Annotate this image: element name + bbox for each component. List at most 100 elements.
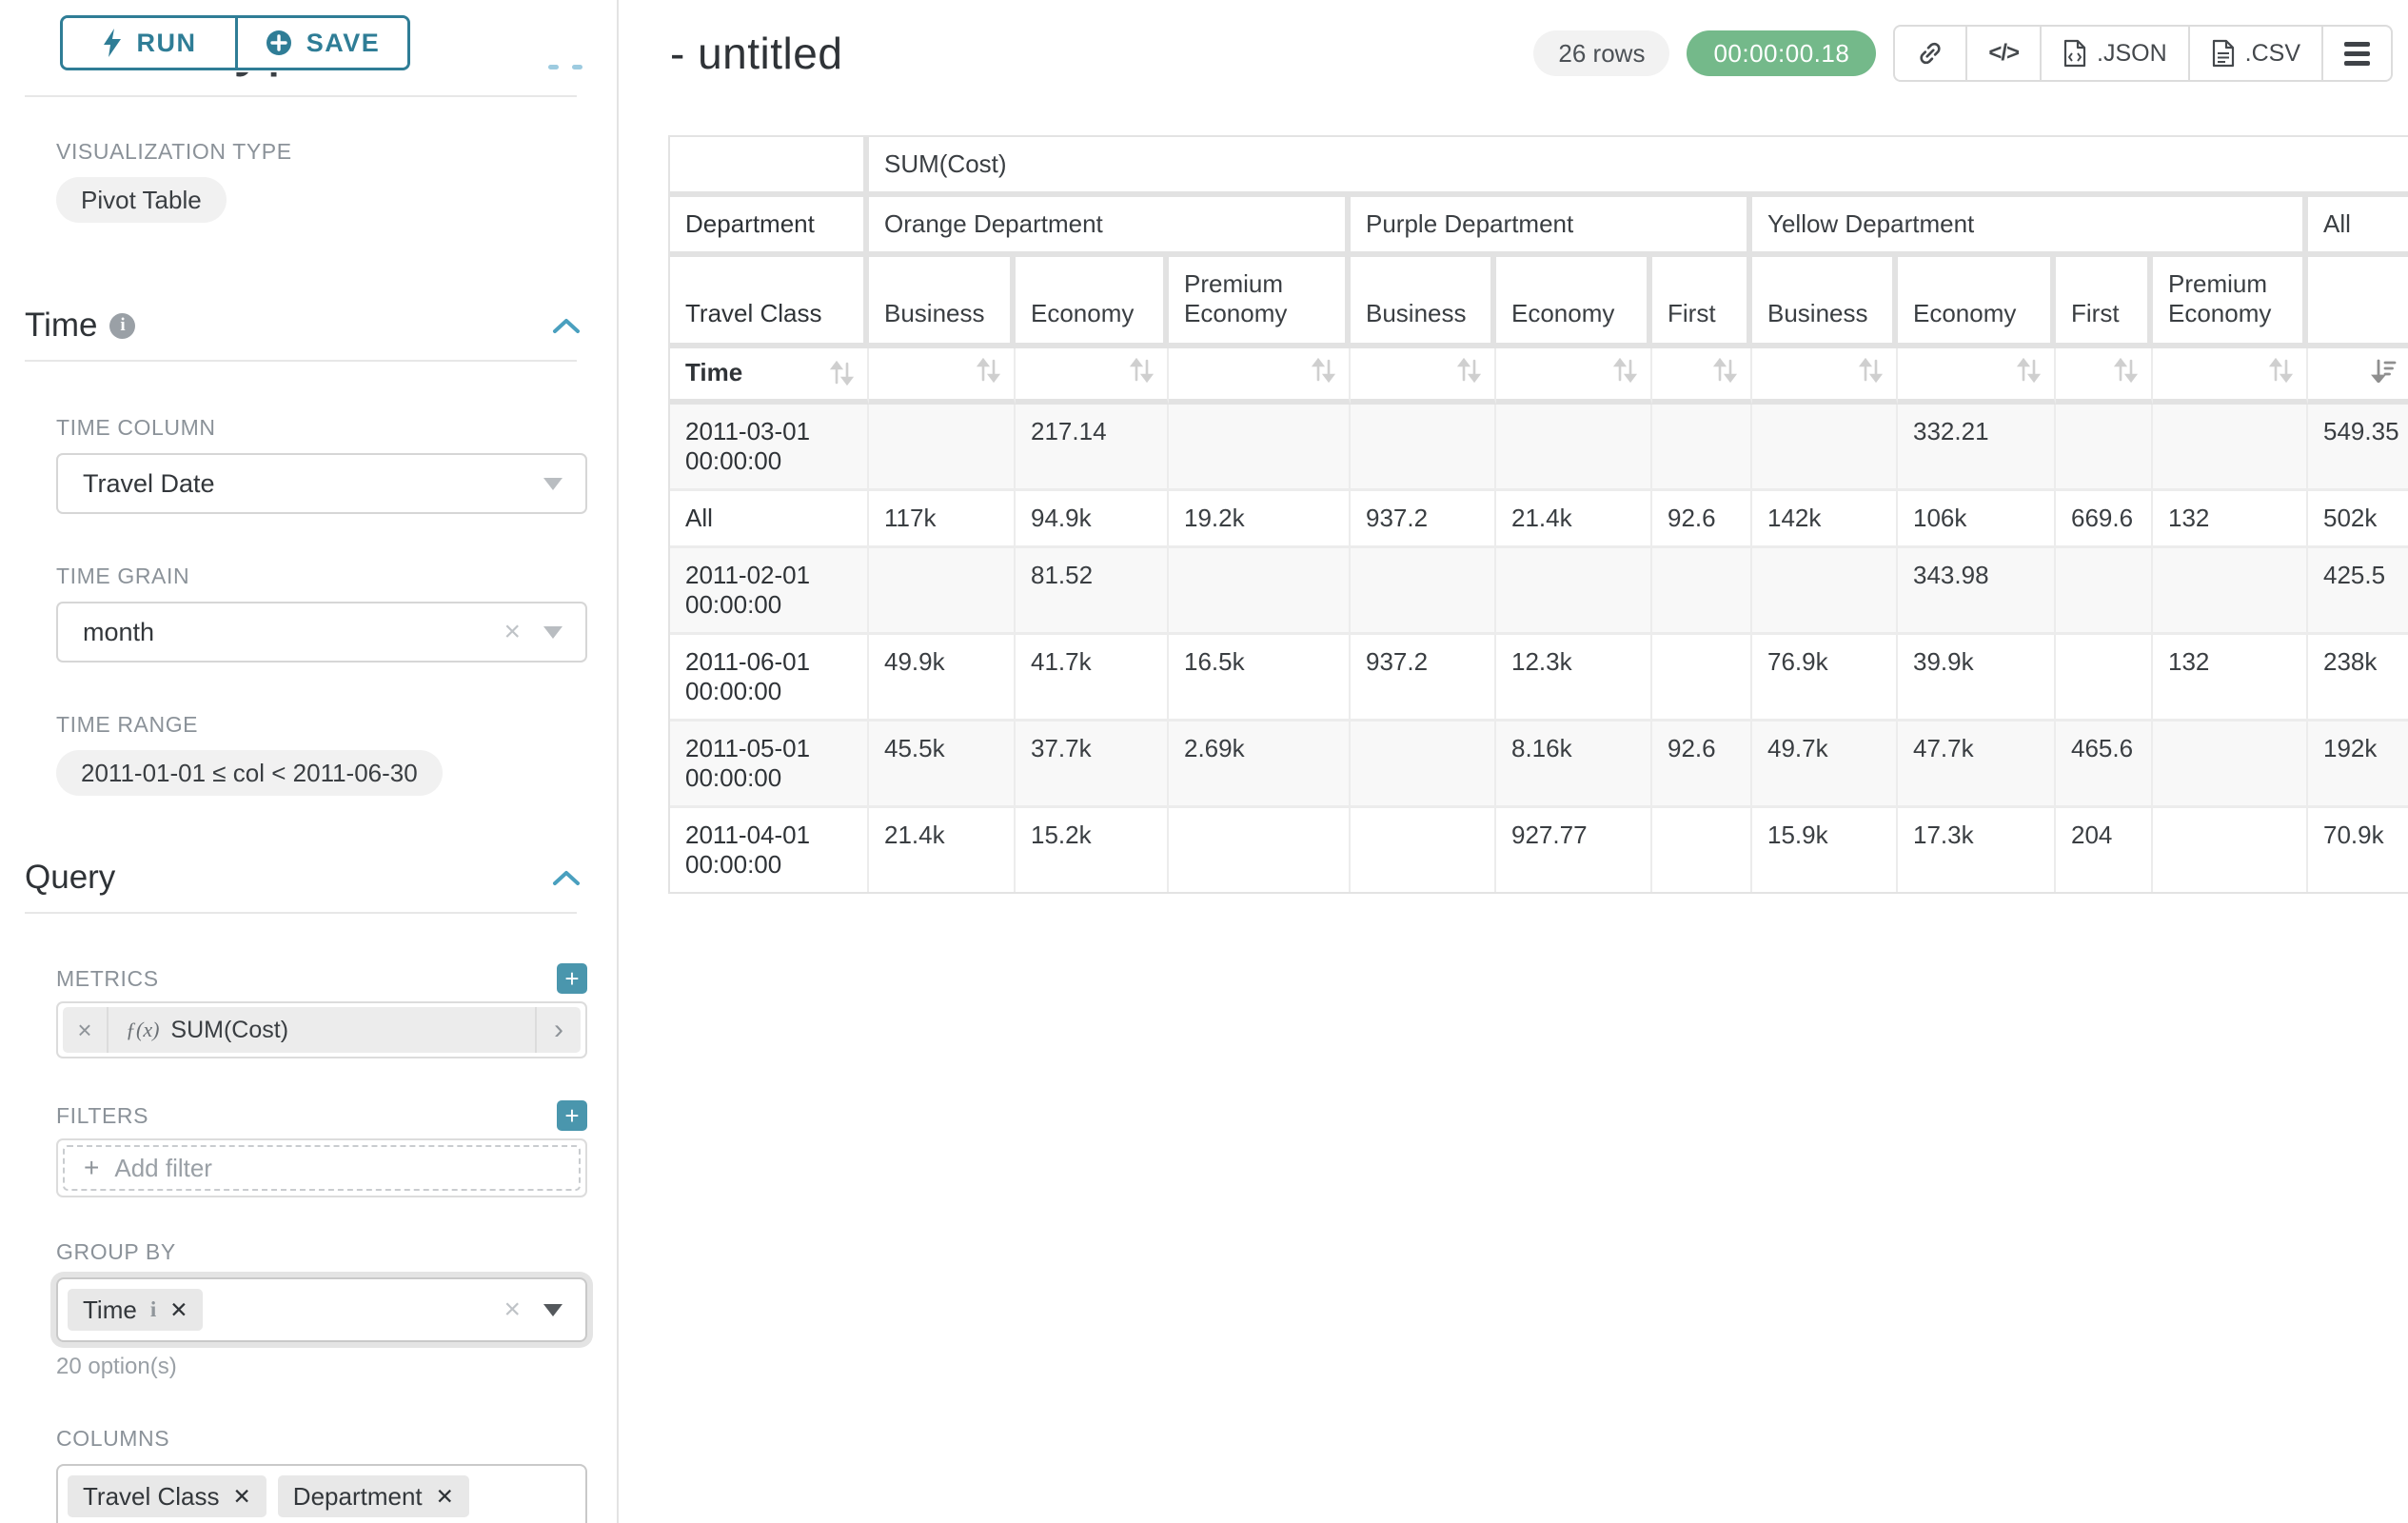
metric-pill[interactable]: × ƒ(x) SUM(Cost) › [63,1007,581,1053]
table-row: All117k94.9k19.2k937.221.4k92.6142k106k6… [670,491,2408,548]
value-cell [2153,548,2308,635]
value-cell [2056,405,2153,491]
save-button[interactable]: SAVE [235,18,407,68]
value-cell: 343.98 [1898,548,2056,635]
group-by-label: GROUP BY [56,1239,584,1265]
row-label: All [670,491,869,548]
columns-select[interactable]: Travel Class✕Department✕ × [56,1464,587,1523]
sort-icon[interactable] [1457,358,1481,383]
time-column-select[interactable]: Travel Date [56,453,587,514]
value-cell: 332.21 [1898,405,2056,491]
sort-icon[interactable] [1713,358,1737,383]
sortable-column-header[interactable] [1351,348,1496,405]
selected-option-tag[interactable]: Timei✕ [68,1289,203,1331]
chevron-down-icon[interactable] [543,478,563,490]
sortable-column-header[interactable] [869,348,1016,405]
department-group-header: Purple Department [1351,197,1752,257]
sort-icon[interactable] [1130,358,1154,383]
fx-icon: ƒ(x) [126,1018,159,1042]
value-cell [2153,722,2308,808]
travel-class-header: Economy [1016,257,1169,348]
sort-desc-icon[interactable] [2371,358,2397,383]
sortable-column-header[interactable] [1496,348,1652,405]
sort-icon[interactable] [2017,358,2041,383]
sort-icon[interactable] [1859,358,1883,383]
sortable-column-header[interactable] [2056,348,2153,405]
run-save-button-group: RUN SAVE [60,15,410,70]
section-divider [25,95,577,97]
chevron-down-icon[interactable] [543,1304,563,1316]
value-cell [2056,548,2153,635]
value-cell [1496,548,1652,635]
selected-option-tag[interactable]: Travel Class✕ [68,1475,266,1517]
sort-icon[interactable] [977,358,1000,383]
sortable-column-header[interactable] [2308,348,2408,405]
time-section-header[interactable]: Time i [25,307,584,345]
value-cell: 17.3k [1898,808,2056,892]
value-cell: 132 [2153,635,2308,722]
time-range-pill[interactable]: 2011-01-01 ≤ col < 2011-06-30 [56,750,443,796]
sort-icon[interactable] [1613,358,1637,383]
value-cell: 70.9k [2308,808,2408,892]
selected-option-tag[interactable]: Department✕ [278,1475,469,1517]
value-cell: 502k [2308,491,2408,548]
filters-control: + Add filter [56,1138,587,1197]
sortable-column-header[interactable] [1752,348,1898,405]
value-cell: 204 [2056,808,2153,892]
sortable-column-header[interactable] [1652,348,1752,405]
row-label: 2011-05-01 00:00:00 [670,722,869,808]
value-cell [869,548,1016,635]
control-panel: Chart Type RUN SAVE VISUALIZATION TYPE P… [0,0,619,1523]
value-cell: 12.3k [1496,635,1652,722]
metric-name: SUM(Cost) [170,1017,288,1044]
query-section-header[interactable]: Query [25,859,584,897]
row-count-badge: 26 rows [1533,30,1669,76]
sortable-column-header[interactable] [1898,348,2056,405]
add-filter-dropzone[interactable]: + Add filter [63,1145,581,1191]
value-cell: 45.5k [869,722,1016,808]
run-button[interactable]: RUN [63,18,235,68]
sortable-column-header[interactable] [2153,348,2308,405]
time-section-title: Time [25,307,97,345]
remove-tag-icon[interactable]: ✕ [169,1297,188,1323]
sortable-column-header[interactable] [1169,348,1351,405]
sort-icon[interactable] [2269,358,2293,383]
value-cell: 21.4k [869,808,1016,892]
group-by-options-hint: 20 option(s) [56,1354,584,1380]
sort-icon[interactable] [2114,358,2138,383]
sortable-column-header[interactable] [1016,348,1169,405]
clear-icon[interactable]: × [503,618,521,646]
value-cell: 549.35 [2308,405,2408,491]
chevron-up-icon[interactable] [552,869,581,886]
viz-type-pill[interactable]: Pivot Table [56,177,227,223]
export-json-button[interactable]: .JSON [2040,27,2188,80]
remove-metric-icon[interactable]: × [63,1007,109,1053]
value-cell: 47.7k [1898,722,2056,808]
remove-tag-icon[interactable]: ✕ [233,1484,251,1510]
sort-header-row: Time [670,348,2408,405]
travel-class-header: Business [1351,257,1496,348]
clear-icon[interactable]: × [503,1296,521,1324]
metric-header-cell: SUM(Cost) [869,137,2408,197]
export-csv-button[interactable]: .CSV [2188,27,2321,80]
add-filter-button[interactable]: + [557,1100,587,1131]
chevron-down-icon[interactable] [543,626,563,639]
table-row: 2011-06-01 00:00:0049.9k41.7k16.5k937.21… [670,635,2408,722]
time-grain-label: TIME GRAIN [56,564,584,589]
col-subdimension-label: Travel Class [670,257,869,348]
embed-code-button[interactable]: </> [1965,27,2040,80]
plus-icon: + [84,1153,99,1183]
sort-icon[interactable] [830,361,854,386]
menu-button[interactable] [2321,27,2391,80]
remove-tag-icon[interactable]: ✕ [436,1484,454,1510]
add-metric-button[interactable]: + [557,963,587,994]
group-by-select[interactable]: Timei✕ × [56,1277,587,1342]
copy-link-button[interactable] [1895,27,1965,80]
sort-icon[interactable] [1312,358,1335,383]
value-cell: 106k [1898,491,2056,548]
value-cell [2153,808,2308,892]
chevron-up-icon[interactable] [552,317,581,334]
time-grain-select[interactable]: month × [56,602,587,663]
value-cell: 21.4k [1496,491,1652,548]
expand-metric-icon[interactable]: › [535,1007,581,1053]
